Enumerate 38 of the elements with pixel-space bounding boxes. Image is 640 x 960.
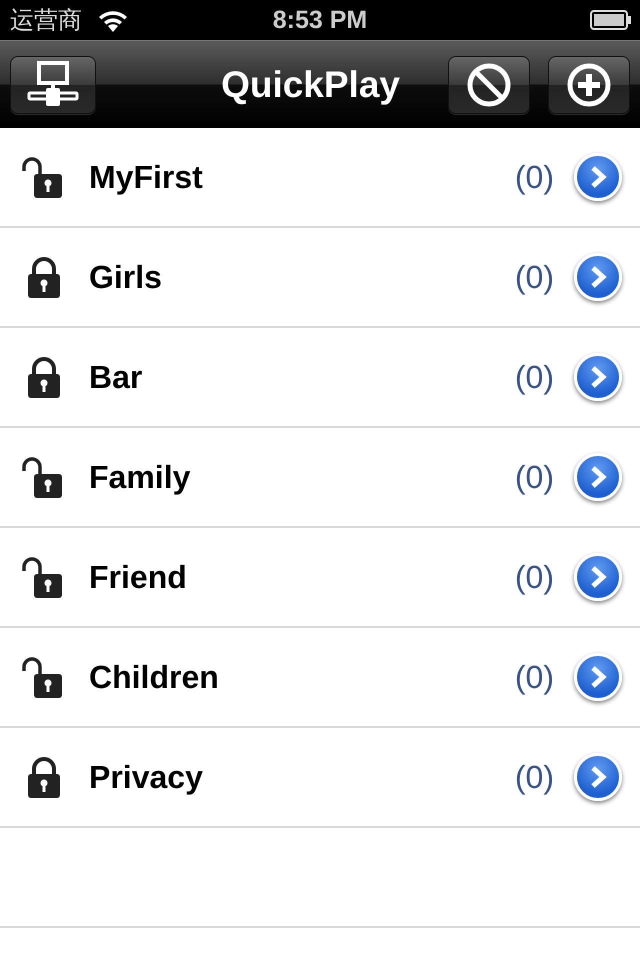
carrier-name: 运营商	[10, 6, 82, 36]
battery-icon	[590, 10, 632, 30]
detail-disclosure-button[interactable]	[574, 253, 622, 301]
row-title: Girls	[89, 258, 163, 296]
row-title: Family	[89, 458, 192, 496]
network-button[interactable]	[10, 56, 96, 114]
block-button[interactable]	[448, 56, 530, 114]
row-title: Friend	[89, 558, 188, 596]
add-icon	[567, 62, 611, 106]
item-count: (0)	[514, 758, 554, 796]
item-count: (0)	[514, 658, 554, 696]
list-row[interactable]: Friend (0)	[0, 528, 640, 628]
detail-disclosure-button[interactable]	[574, 653, 622, 701]
list-row[interactable]: Family (0)	[0, 428, 640, 528]
add-button[interactable]	[548, 56, 630, 114]
item-count: (0)	[514, 458, 554, 496]
status-time: 8:53 PM	[272, 6, 368, 34]
item-count: (0)	[514, 258, 554, 296]
list-row[interactable]: MyFirst (0)	[0, 128, 640, 228]
item-count: (0)	[514, 558, 554, 596]
detail-disclosure-button[interactable]	[574, 553, 622, 601]
detail-disclosure-button[interactable]	[574, 753, 622, 801]
detail-disclosure-button[interactable]	[574, 353, 622, 401]
row-title: MyFirst	[89, 158, 204, 196]
list-row[interactable]: Bar (0)	[0, 328, 640, 428]
detail-disclosure-button[interactable]	[574, 453, 622, 501]
list-row[interactable]: Children (0)	[0, 628, 640, 728]
list-row[interactable]: Girls (0)	[0, 228, 640, 328]
row-title: Children	[89, 658, 220, 696]
list-row[interactable]: Privacy (0)	[0, 728, 640, 828]
prohibited-icon	[467, 62, 511, 106]
network-icon	[27, 60, 79, 108]
item-count: (0)	[514, 358, 554, 396]
row-title: Bar	[89, 358, 144, 396]
item-count: (0)	[514, 158, 554, 196]
nav-title: QuickPlay	[220, 64, 401, 106]
detail-disclosure-button[interactable]	[574, 153, 622, 201]
row-title: Privacy	[89, 758, 204, 796]
